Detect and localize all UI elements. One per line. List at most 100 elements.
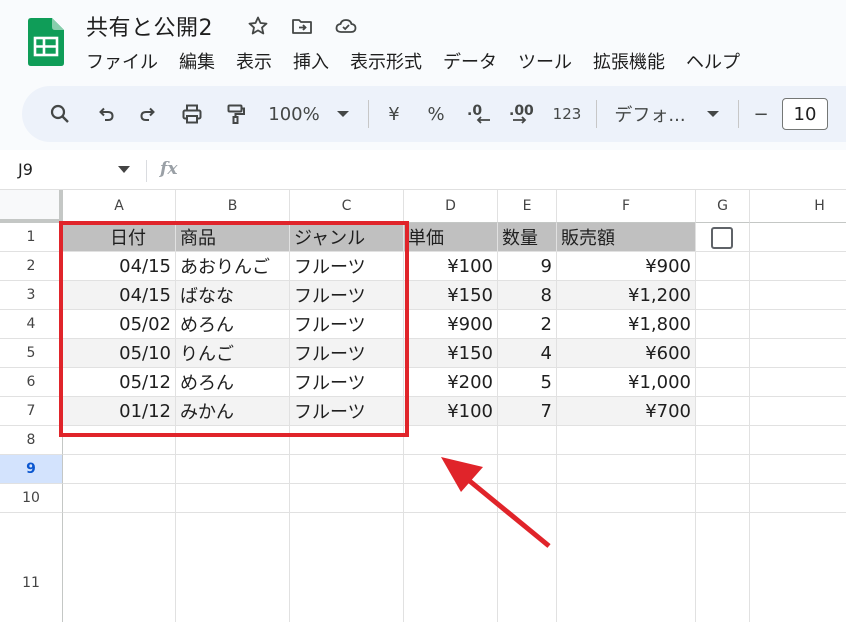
document-title[interactable]: 共有と公開2 [86,10,213,42]
cell-product[interactable]: ばなな [176,281,290,310]
row-header-6[interactable]: 6 [0,368,63,397]
menu-insert[interactable]: 挿入 [293,48,329,74]
empty-cell[interactable] [750,310,846,339]
empty-cell[interactable] [498,426,557,455]
empty-cell[interactable] [750,513,846,622]
column-header-g[interactable]: G [696,190,750,223]
empty-cell[interactable] [63,455,176,484]
empty-cell[interactable] [696,252,750,281]
cell-quantity[interactable]: 4 [498,339,557,368]
cell-product[interactable]: めろん [176,310,290,339]
empty-cell[interactable] [557,484,696,513]
empty-cell[interactable] [290,455,404,484]
empty-cell[interactable] [498,484,557,513]
chevron-down-icon[interactable] [336,109,350,119]
empty-cell[interactable] [176,513,290,622]
cell-genre[interactable]: フルーツ [290,339,404,368]
cell-sales[interactable]: ¥1,800 [557,310,696,339]
menu-data[interactable]: データ [443,48,497,74]
empty-cell[interactable] [557,513,696,622]
name-box[interactable]: J9 [18,160,33,179]
menu-help[interactable]: ヘルプ [686,48,740,74]
percent-format-button[interactable]: % [422,86,450,142]
row-header-8[interactable]: 8 [0,426,63,455]
move-folder-icon[interactable] [290,14,314,38]
cell-product[interactable]: めろん [176,368,290,397]
zoom-select[interactable]: 100% [266,86,322,142]
header-cell-date[interactable]: 日付 [63,223,176,252]
empty-cell[interactable] [696,281,750,310]
column-header-d[interactable]: D [404,190,498,223]
empty-cell[interactable] [696,397,750,426]
empty-cell[interactable] [290,513,404,622]
cell-sales[interactable]: ¥900 [557,252,696,281]
decrease-decimal-button[interactable]: .0 [462,86,496,142]
sheets-logo-icon[interactable] [28,18,64,66]
chevron-down-icon[interactable] [706,109,720,119]
empty-cell[interactable] [404,513,498,622]
chevron-down-icon[interactable] [118,166,130,173]
cell-product[interactable]: りんご [176,339,290,368]
search-menus-button[interactable] [46,86,74,142]
decrease-font-size-button[interactable]: − [750,86,772,142]
cell-quantity[interactable]: 8 [498,281,557,310]
empty-cell[interactable] [557,426,696,455]
row-header-10[interactable]: 10 [0,484,63,513]
empty-cell[interactable] [696,484,750,513]
row-header-3[interactable]: 3 [0,281,63,310]
empty-cell[interactable] [404,455,498,484]
increase-decimal-button[interactable]: .00 [506,86,540,142]
cell-product[interactable]: あおりんご [176,252,290,281]
cell-unit-price[interactable]: ¥150 [404,339,498,368]
empty-cell[interactable] [750,252,846,281]
row-header-11[interactable]: 11 [0,513,63,622]
menu-view[interactable]: 表示 [236,48,272,74]
star-icon[interactable] [246,14,270,38]
empty-cell[interactable] [176,484,290,513]
empty-cell[interactable] [498,513,557,622]
row-header-2[interactable]: 2 [0,252,63,281]
menu-extensions[interactable]: 拡張機能 [593,48,665,74]
empty-cell[interactable] [696,310,750,339]
cell-sales[interactable]: ¥1,000 [557,368,696,397]
menu-edit[interactable]: 編集 [179,48,215,74]
header-cell-sales[interactable]: 販売額 [557,223,696,252]
row-header-1[interactable]: 1 [0,223,63,252]
undo-button[interactable] [92,86,120,142]
cell-quantity[interactable]: 2 [498,310,557,339]
cell-sales[interactable]: ¥600 [557,339,696,368]
empty-cell[interactable] [750,426,846,455]
empty-cell[interactable] [63,484,176,513]
cell-date[interactable]: 01/12 [63,397,176,426]
empty-cell[interactable] [696,426,750,455]
empty-cell[interactable] [696,368,750,397]
cell-genre[interactable]: フルーツ [290,368,404,397]
cell-quantity[interactable]: 5 [498,368,557,397]
empty-cell[interactable] [696,455,750,484]
empty-cell[interactable] [404,426,498,455]
header-cell-quantity[interactable]: 数量 [498,223,557,252]
cell-product[interactable]: みかん [176,397,290,426]
cloud-saved-icon[interactable] [334,14,358,38]
empty-cell[interactable] [290,426,404,455]
empty-cell[interactable] [696,339,750,368]
paint-format-button[interactable] [222,86,250,142]
header-cell-genre[interactable]: ジャンル [290,223,404,252]
menu-tools[interactable]: ツール [518,48,572,74]
column-header-a[interactable]: A [63,190,176,223]
empty-cell[interactable] [750,368,846,397]
header-cell-product[interactable]: 商品 [176,223,290,252]
empty-cell[interactable] [290,484,404,513]
cell-unit-price[interactable]: ¥900 [404,310,498,339]
cell-unit-price[interactable]: ¥200 [404,368,498,397]
cell-unit-price[interactable]: ¥100 [404,397,498,426]
cell-date[interactable]: 05/10 [63,339,176,368]
empty-cell[interactable] [750,397,846,426]
empty-cell[interactable] [750,484,846,513]
empty-cell[interactable] [404,484,498,513]
spreadsheet-grid[interactable]: A B C D E F G H 1 2 3 4 5 6 7 8 9 10 11 … [0,190,846,622]
cell-genre[interactable]: フルーツ [290,397,404,426]
empty-cell[interactable] [498,455,557,484]
column-header-b[interactable]: B [176,190,290,223]
cell-genre[interactable]: フルーツ [290,310,404,339]
